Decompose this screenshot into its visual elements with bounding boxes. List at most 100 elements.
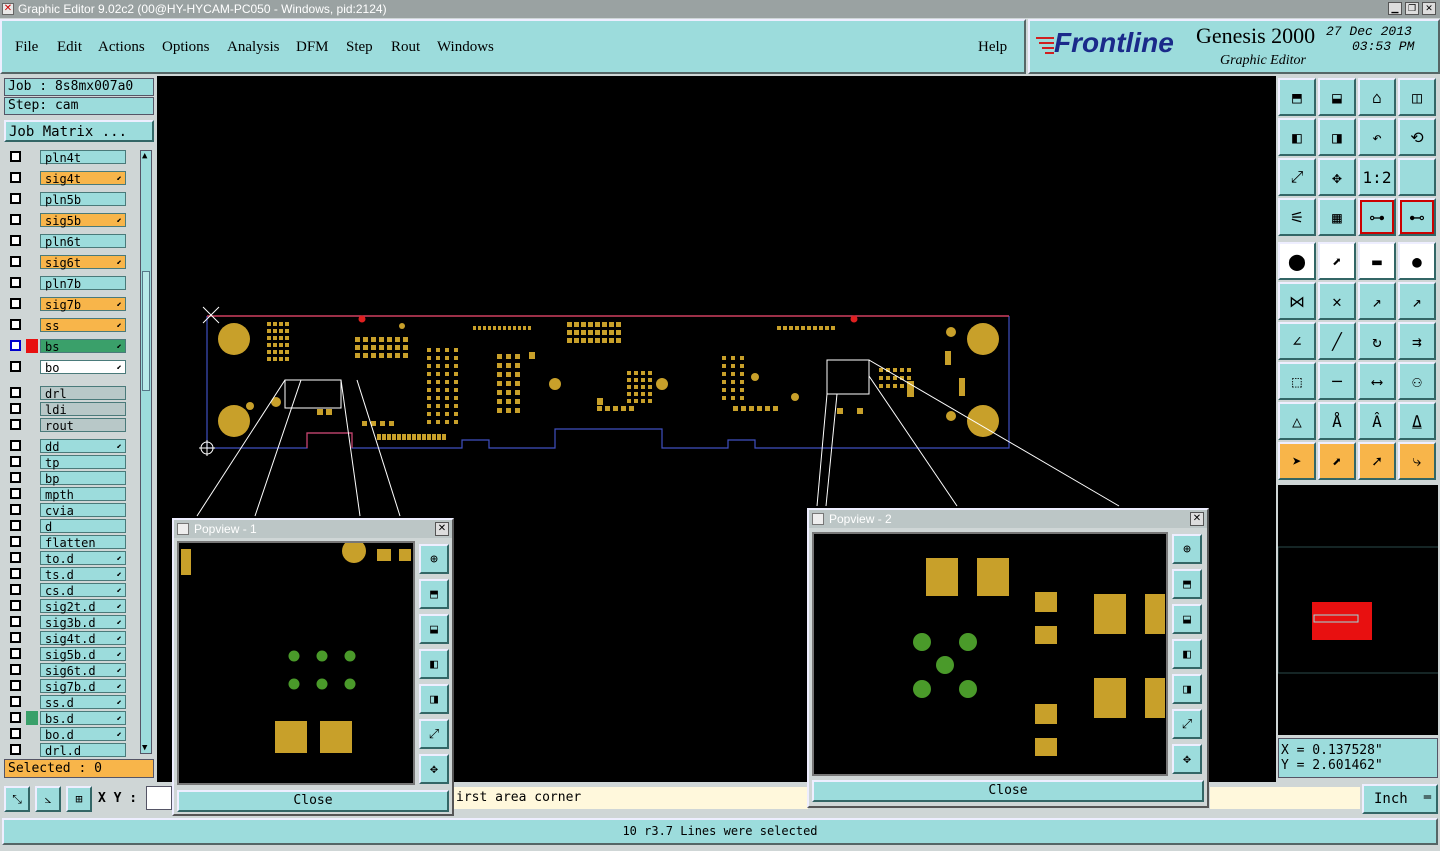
- layer-name[interactable]: ss ⬋: [40, 318, 126, 333]
- popview-2-fit-icon[interactable]: ⤢: [1172, 709, 1202, 739]
- popview-2-close-icon[interactable]: ✕: [1190, 512, 1204, 526]
- dimension-icon[interactable]: ⟷: [1358, 362, 1396, 400]
- popview-1-close-icon[interactable]: ✕: [435, 522, 449, 536]
- layer-row[interactable]: pln6t: [6, 234, 126, 249]
- layer-name[interactable]: dd ⬋: [40, 439, 126, 454]
- popview-2-close-button[interactable]: Close: [812, 780, 1204, 802]
- layer-checkbox[interactable]: [10, 440, 21, 451]
- layer-checkbox[interactable]: [10, 488, 21, 499]
- job-matrix-button[interactable]: Job Matrix ...: [4, 120, 154, 142]
- redo-icon[interactable]: ⟲: [1398, 118, 1436, 156]
- popview-1-fit-icon[interactable]: ⤢: [419, 719, 449, 749]
- layer-name[interactable]: bp: [40, 471, 126, 486]
- connect-icon[interactable]: ⋈: [1278, 282, 1316, 320]
- ruler-icon[interactable]: ▬: [1358, 242, 1396, 280]
- menu-windows[interactable]: Windows: [437, 39, 494, 56]
- grid-mode-icon[interactable]: ⊞: [66, 786, 92, 812]
- menu-actions[interactable]: Actions: [98, 39, 145, 56]
- scroll-up-icon[interactable]: ▲: [142, 151, 147, 161]
- undo-icon[interactable]: ↶: [1358, 118, 1396, 156]
- triangle-cut-icon[interactable]: ⍙: [1398, 402, 1436, 440]
- layer-checkbox[interactable]: [10, 712, 21, 723]
- layer-name[interactable]: drl: [40, 386, 126, 401]
- select-mode-icon[interactable]: ⤡: [4, 786, 30, 812]
- layer-checkbox[interactable]: [10, 340, 21, 351]
- layer-name[interactable]: drl.d: [40, 743, 126, 758]
- layer-name[interactable]: ts.d ⬋: [40, 567, 126, 582]
- layer-row[interactable]: pln4t: [6, 150, 126, 165]
- layer-row[interactable]: sig3b.d ⬋: [6, 615, 126, 630]
- minimize-button[interactable]: ▁: [1388, 2, 1402, 15]
- layer-name[interactable]: ldi: [40, 402, 126, 417]
- menu-edit[interactable]: Edit: [57, 39, 82, 56]
- scroll-down-icon[interactable]: ▼: [142, 743, 147, 753]
- home-icon[interactable]: ⌂: [1358, 78, 1396, 116]
- help-icon[interactable]: [1398, 158, 1436, 196]
- popview-1-center-icon[interactable]: ✥: [419, 754, 449, 784]
- line-icon[interactable]: ↗: [1358, 282, 1396, 320]
- layer-row[interactable]: drl: [6, 386, 126, 401]
- layer-row[interactable]: bs.d ⬋: [6, 711, 126, 726]
- layer-checkbox[interactable]: [10, 680, 21, 691]
- snap-icon[interactable]: ⚟: [1278, 198, 1316, 236]
- layer-name[interactable]: bs.d ⬋: [40, 711, 126, 726]
- units-selector[interactable]: Inch ═: [1362, 784, 1438, 814]
- layer-row[interactable]: sig6t.d ⬋: [6, 663, 126, 678]
- layer-row[interactable]: ldi: [6, 402, 126, 417]
- layer-checkbox[interactable]: [10, 151, 21, 162]
- netlist-compare-icon[interactable]: ⊷: [1398, 198, 1436, 236]
- stretch-icon[interactable]: ─: [1318, 362, 1356, 400]
- popview-1-close-button[interactable]: Close: [177, 790, 449, 812]
- layer-checkbox[interactable]: [10, 504, 21, 515]
- layer-row[interactable]: sig6t ⬋: [6, 255, 126, 270]
- layer-name[interactable]: sig5b.d ⬋: [40, 647, 126, 662]
- zoom-center-icon[interactable]: ✥: [1318, 158, 1356, 196]
- layer-checkbox[interactable]: [10, 632, 21, 643]
- layer-checkbox[interactable]: [10, 728, 21, 739]
- popview-1-right-icon[interactable]: ◨: [419, 684, 449, 714]
- bottom-view-icon[interactable]: ⬓: [1318, 78, 1356, 116]
- pad-icon[interactable]: ●: [1398, 242, 1436, 280]
- pan-left-icon[interactable]: ◧: [1278, 118, 1316, 156]
- layer-row[interactable]: drl.d: [6, 743, 126, 758]
- layer-name[interactable]: pln6t: [40, 234, 126, 249]
- layer-row[interactable]: sig7b ⬋: [6, 297, 126, 312]
- layer-name[interactable]: sig4t ⬋: [40, 171, 126, 186]
- layer-row[interactable]: ss ⬋: [6, 318, 126, 333]
- layer-checkbox[interactable]: [10, 298, 21, 309]
- popview-1-top-icon[interactable]: ⬒: [419, 579, 449, 609]
- window-split-icon[interactable]: ◫: [1398, 78, 1436, 116]
- layer-name[interactable]: sig5b ⬋: [40, 213, 126, 228]
- layer-checkbox[interactable]: [10, 552, 21, 563]
- pan-right-icon[interactable]: ◨: [1318, 118, 1356, 156]
- pointer-box-icon[interactable]: ⬈: [1318, 442, 1356, 480]
- layer-name[interactable]: cvia: [40, 503, 126, 518]
- layer-row[interactable]: flatten: [6, 535, 126, 550]
- menu-file[interactable]: File: [15, 39, 38, 56]
- triangle-icon[interactable]: △: [1278, 402, 1316, 440]
- layer-checkbox[interactable]: [10, 696, 21, 707]
- popview-2-bottom-icon[interactable]: ⬓: [1172, 604, 1202, 634]
- layer-name[interactable]: sig2t.d ⬋: [40, 599, 126, 614]
- ratio-icon[interactable]: 1:2: [1358, 158, 1396, 196]
- layer-name[interactable]: to.d ⬋: [40, 551, 126, 566]
- layer-name[interactable]: sig6t.d ⬋: [40, 663, 126, 678]
- popview-2-center-icon[interactable]: ✥: [1172, 744, 1202, 774]
- layer-row[interactable]: bp: [6, 471, 126, 486]
- layer-row[interactable]: pln7b: [6, 276, 126, 291]
- layer-row[interactable]: pln5b: [6, 192, 126, 207]
- layer-name[interactable]: pln7b: [40, 276, 126, 291]
- layer-row[interactable]: ss.d ⬋: [6, 695, 126, 710]
- layer-row[interactable]: ts.d ⬋: [6, 567, 126, 582]
- popview-2-right-icon[interactable]: ◨: [1172, 674, 1202, 704]
- layer-row[interactable]: sig7b.d ⬋: [6, 679, 126, 694]
- layer-checkbox[interactable]: [10, 419, 21, 430]
- mirror-icon[interactable]: ⇉: [1398, 322, 1436, 360]
- layer-checkbox[interactable]: [10, 214, 21, 225]
- layer-name[interactable]: tp: [40, 455, 126, 470]
- layer-row[interactable]: cs.d ⬋: [6, 583, 126, 598]
- layer-checkbox[interactable]: [10, 664, 21, 675]
- menu-analysis[interactable]: Analysis: [227, 39, 280, 56]
- delete-feature-icon[interactable]: ⬈: [1318, 242, 1356, 280]
- layer-row[interactable]: bo ⬋: [6, 360, 126, 375]
